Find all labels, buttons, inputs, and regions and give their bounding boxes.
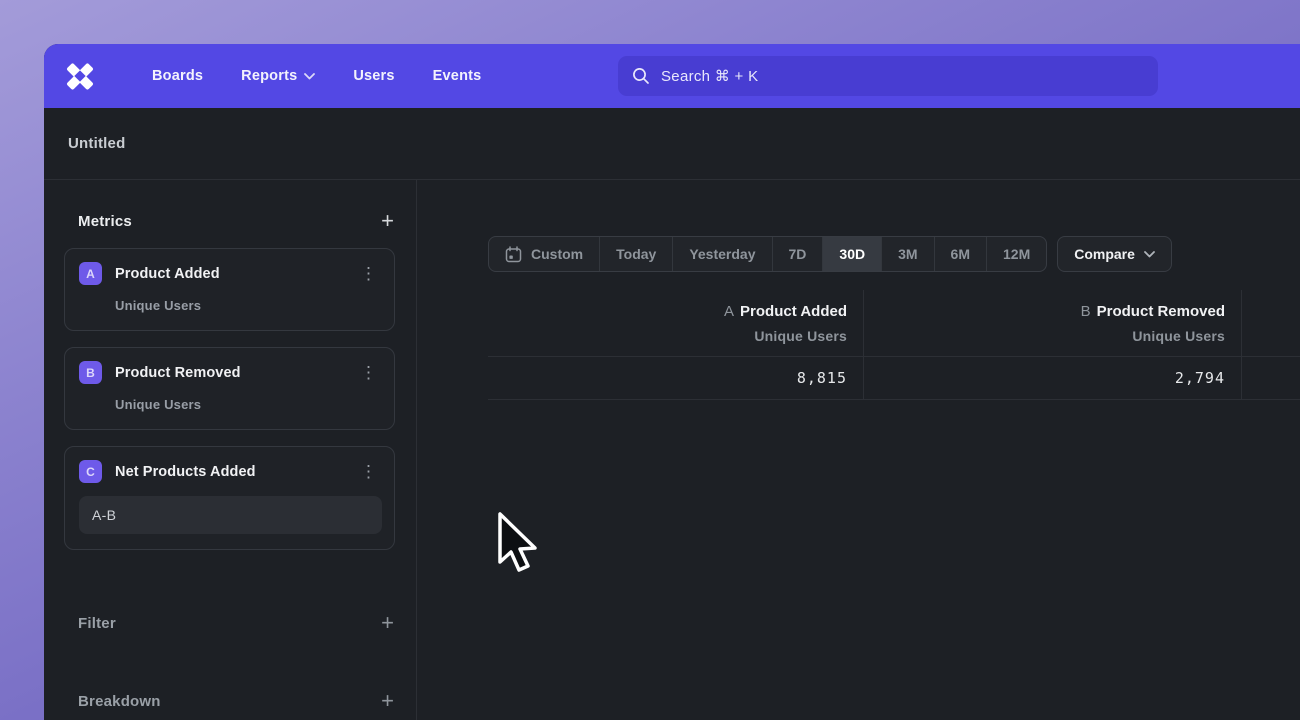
compare-label: Compare	[1074, 246, 1135, 262]
nav-item-users[interactable]: Users	[353, 68, 394, 84]
metrics-heading: Metrics	[78, 213, 132, 230]
date-range-label: Custom	[531, 246, 583, 262]
top-nav: Boards Reports Users Events Search ⌘ + K	[44, 44, 1300, 108]
nav-item-label: Users	[353, 68, 394, 84]
column-title: Product Removed	[1097, 303, 1225, 320]
date-range-label: 12M	[1003, 246, 1030, 262]
table-value-b[interactable]: 2,794	[864, 356, 1242, 400]
metric-name: Product Added	[115, 266, 220, 282]
date-range-7d[interactable]: 7D	[773, 237, 824, 271]
report-titlebar: Untitled	[44, 108, 1300, 180]
search-input[interactable]: Search ⌘ + K	[618, 56, 1158, 96]
table-value-empty	[1242, 356, 1300, 400]
nav-item-label: Boards	[152, 68, 203, 84]
formula-input[interactable]	[79, 496, 382, 534]
query-sidebar: Metrics + A Product Added ⋮ Unique Users…	[44, 180, 417, 720]
nav-item-label: Reports	[241, 68, 297, 84]
chevron-down-icon	[1144, 251, 1155, 258]
filter-section-row: Filter +	[78, 612, 394, 634]
column-header-empty	[1242, 290, 1300, 356]
nav-item-boards[interactable]: Boards	[152, 68, 203, 84]
date-range-today[interactable]: Today	[600, 237, 673, 271]
search-placeholder: Search ⌘ + K	[661, 67, 758, 85]
nav-item-events[interactable]: Events	[433, 68, 482, 84]
date-range-label: Yesterday	[689, 246, 755, 262]
nav-items: Boards Reports Users Events	[152, 68, 481, 84]
column-title: Product Added	[740, 303, 847, 320]
date-range-selector: Custom Today Yesterday 7D 30D 3M 6M 12M	[488, 236, 1047, 272]
date-range-label: 3M	[898, 246, 917, 262]
metrics-table: A Product Added Unique Users B Product Rem…	[488, 290, 1300, 400]
breakdown-section-row: Breakdown +	[78, 690, 394, 712]
calendar-icon	[505, 246, 522, 263]
add-metric-button[interactable]: +	[381, 210, 394, 232]
metric-name: Product Removed	[115, 365, 241, 381]
nav-item-reports[interactable]: Reports	[241, 68, 315, 84]
column-header-b[interactable]: B Product Removed Unique Users	[864, 290, 1242, 356]
date-range-6m[interactable]: 6M	[935, 237, 987, 271]
column-badge: B	[1081, 303, 1091, 320]
date-range-custom[interactable]: Custom	[489, 237, 600, 271]
metric-badge: C	[79, 460, 102, 483]
date-range-30d[interactable]: 30D	[823, 237, 882, 271]
table-value-a[interactable]: 8,815	[488, 356, 864, 400]
kebab-menu-icon[interactable]: ⋮	[355, 364, 382, 381]
date-range-yesterday[interactable]: Yesterday	[673, 237, 772, 271]
column-header-a[interactable]: A Product Added Unique Users	[488, 290, 864, 356]
kebab-menu-icon[interactable]: ⋮	[355, 463, 382, 480]
date-toolbar: Custom Today Yesterday 7D 30D 3M 6M 12M …	[488, 236, 1172, 272]
metric-measurement[interactable]: Unique Users	[115, 298, 382, 313]
metric-badge: A	[79, 262, 102, 285]
date-range-label: 30D	[839, 246, 865, 262]
metric-badge: B	[79, 361, 102, 384]
metric-card-a[interactable]: A Product Added ⋮ Unique Users	[64, 248, 395, 331]
page-title[interactable]: Untitled	[68, 135, 125, 152]
date-range-label: Today	[616, 246, 656, 262]
date-range-label: 7D	[789, 246, 807, 262]
metrics-header-row: Metrics +	[78, 210, 394, 232]
date-range-label: 6M	[951, 246, 970, 262]
breakdown-heading: Breakdown	[78, 693, 161, 710]
compare-button[interactable]: Compare	[1057, 236, 1172, 272]
filter-heading: Filter	[78, 615, 116, 632]
add-filter-button[interactable]: +	[381, 612, 394, 634]
app-window: Boards Reports Users Events Search ⌘ + K…	[44, 44, 1300, 720]
metric-card-c[interactable]: C Net Products Added ⋮	[64, 446, 395, 550]
report-main: Custom Today Yesterday 7D 30D 3M 6M 12M …	[417, 180, 1300, 720]
metric-name: Net Products Added	[115, 464, 256, 480]
metric-measurement[interactable]: Unique Users	[115, 397, 382, 412]
chevron-down-icon	[304, 73, 315, 80]
metric-card-b[interactable]: B Product Removed ⋮ Unique Users	[64, 347, 395, 430]
mixpanel-logo-icon[interactable]	[62, 59, 98, 93]
search-icon	[632, 67, 650, 85]
date-range-3m[interactable]: 3M	[882, 237, 934, 271]
column-badge: A	[724, 303, 734, 320]
kebab-menu-icon[interactable]: ⋮	[355, 265, 382, 282]
column-subtitle: Unique Users	[864, 328, 1225, 344]
add-breakdown-button[interactable]: +	[381, 690, 394, 712]
column-subtitle: Unique Users	[488, 328, 847, 344]
nav-item-label: Events	[433, 68, 482, 84]
date-range-12m[interactable]: 12M	[987, 237, 1046, 271]
